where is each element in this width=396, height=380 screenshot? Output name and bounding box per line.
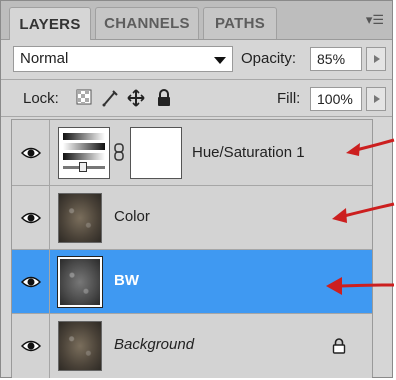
layers-panel: LAYERS CHANNELS PATHS ▾☰ Normal Opacity:… <box>0 0 393 378</box>
link-chain-icon[interactable] <box>114 143 124 161</box>
lock-label: Lock: <box>23 90 59 107</box>
annotation-arrow-icon <box>332 202 395 223</box>
layer-name[interactable]: BW <box>114 272 139 289</box>
layer-lock-icon <box>332 338 346 354</box>
lock-image-icon[interactable] <box>101 89 119 107</box>
layer-row-hue-saturation[interactable]: Hue/Saturation 1 <box>12 120 372 186</box>
opacity-input[interactable]: 85% <box>310 47 362 71</box>
layers-list: Hue/Saturation 1 Color BW Background <box>11 119 373 378</box>
annotation-arrow-icon <box>346 138 395 156</box>
tab-paths[interactable]: PATHS <box>203 7 277 39</box>
opacity-label: Opacity: <box>241 50 297 67</box>
layer-row-background[interactable]: Background <box>12 314 372 378</box>
fill-label: Fill: <box>277 90 301 107</box>
panel-menu-icon[interactable]: ▾☰ <box>364 11 386 29</box>
blend-mode-select[interactable]: Normal <box>13 46 233 72</box>
visibility-eye-icon[interactable] <box>12 250 50 313</box>
layer-name[interactable]: Hue/Saturation 1 <box>192 144 305 161</box>
tab-layers[interactable]: LAYERS <box>9 7 91 40</box>
visibility-eye-icon[interactable] <box>12 314 50 378</box>
blend-mode-value: Normal <box>20 50 69 67</box>
opacity-slider-button[interactable] <box>366 47 386 71</box>
layer-thumbnail <box>58 193 102 243</box>
lock-position-icon[interactable] <box>127 89 145 107</box>
annotation-arrow-icon <box>326 277 395 295</box>
fill-slider-button[interactable] <box>366 87 386 111</box>
adjustment-thumbnail-icon <box>58 127 110 179</box>
layer-name[interactable]: Color <box>114 208 150 225</box>
visibility-eye-icon[interactable] <box>12 186 50 249</box>
layer-mask-thumbnail[interactable] <box>130 127 182 179</box>
layer-thumbnail <box>58 321 102 371</box>
tab-channels[interactable]: CHANNELS <box>95 7 199 39</box>
lock-transparent-icon[interactable] <box>75 89 93 107</box>
panel-tab-bar: LAYERS CHANNELS PATHS ▾☰ <box>1 1 392 40</box>
layer-name[interactable]: Background <box>114 336 194 353</box>
layer-row-color[interactable]: Color <box>12 186 372 250</box>
divider <box>1 116 392 117</box>
lock-all-icon[interactable] <box>155 89 173 107</box>
fill-input[interactable]: 100% <box>310 87 362 111</box>
chevron-down-icon <box>214 57 226 64</box>
layer-thumbnail <box>57 256 103 308</box>
visibility-eye-icon[interactable] <box>12 120 50 185</box>
divider <box>1 79 392 80</box>
